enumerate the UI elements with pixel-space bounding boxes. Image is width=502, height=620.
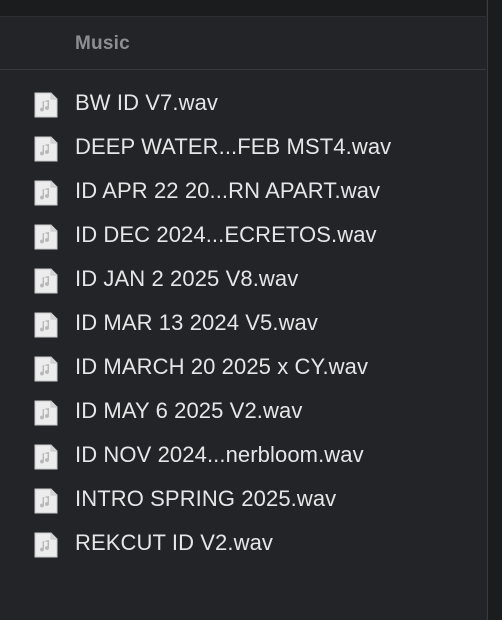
file-name: ID MAR 13 2024 V5.wav xyxy=(75,310,318,335)
file-row[interactable]: DEEP WATER...FEB MST4.wav xyxy=(0,126,486,170)
audio-file-icon xyxy=(34,180,58,206)
file-row[interactable]: INTRO SPRING 2025.wav xyxy=(0,478,486,522)
file-row[interactable]: REKCUT ID V2.wav xyxy=(0,522,486,566)
file-row[interactable]: ID DEC 2024...ECRETOS.wav xyxy=(0,214,486,258)
file-row[interactable]: ID JAN 2 2025 V8.wav xyxy=(0,258,486,302)
column-header[interactable]: Music xyxy=(0,17,486,70)
audio-file-icon xyxy=(34,356,58,382)
file-row[interactable]: BW ID V7.wav xyxy=(0,82,486,126)
audio-file-icon xyxy=(34,488,58,514)
right-divider-panel[interactable] xyxy=(487,0,502,620)
top-toolbar-edge xyxy=(0,0,486,17)
file-name: REKCUT ID V2.wav xyxy=(75,530,274,555)
column-header-title: Music xyxy=(75,33,130,54)
audio-file-icon xyxy=(34,532,58,558)
file-name: ID MAY 6 2025 V2.wav xyxy=(75,398,303,423)
audio-file-icon xyxy=(34,92,58,118)
audio-file-icon xyxy=(34,444,58,470)
right-panel-top xyxy=(488,0,502,16)
file-name: ID DEC 2024...ECRETOS.wav xyxy=(75,222,377,247)
audio-file-icon xyxy=(34,136,58,162)
file-name: ID NOV 2024...nerbloom.wav xyxy=(75,442,364,467)
file-row[interactable]: ID NOV 2024...nerbloom.wav xyxy=(0,434,486,478)
file-name: ID APR 22 20...RN APART.wav xyxy=(75,178,381,203)
audio-file-icon xyxy=(34,224,58,250)
file-name: ID JAN 2 2025 V8.wav xyxy=(75,266,299,291)
file-list: BW ID V7.wav DEEP WATER...FEB MST4.wav I… xyxy=(0,82,486,566)
file-name: BW ID V7.wav xyxy=(75,90,219,115)
audio-file-icon xyxy=(34,400,58,426)
audio-file-icon xyxy=(34,312,58,338)
file-name: INTRO SPRING 2025.wav xyxy=(75,486,337,511)
finder-window: Music BW ID V7.wav DEEP WATER...FEB MST4… xyxy=(0,0,502,620)
file-row[interactable]: ID MAY 6 2025 V2.wav xyxy=(0,390,486,434)
file-name: DEEP WATER...FEB MST4.wav xyxy=(75,134,392,159)
audio-file-icon xyxy=(34,268,58,294)
file-name: ID MARCH 20 2025 x CY.wav xyxy=(75,354,369,379)
file-row[interactable]: ID MAR 13 2024 V5.wav xyxy=(0,302,486,346)
file-row[interactable]: ID APR 22 20...RN APART.wav xyxy=(0,170,486,214)
file-row[interactable]: ID MARCH 20 2025 x CY.wav xyxy=(0,346,486,390)
